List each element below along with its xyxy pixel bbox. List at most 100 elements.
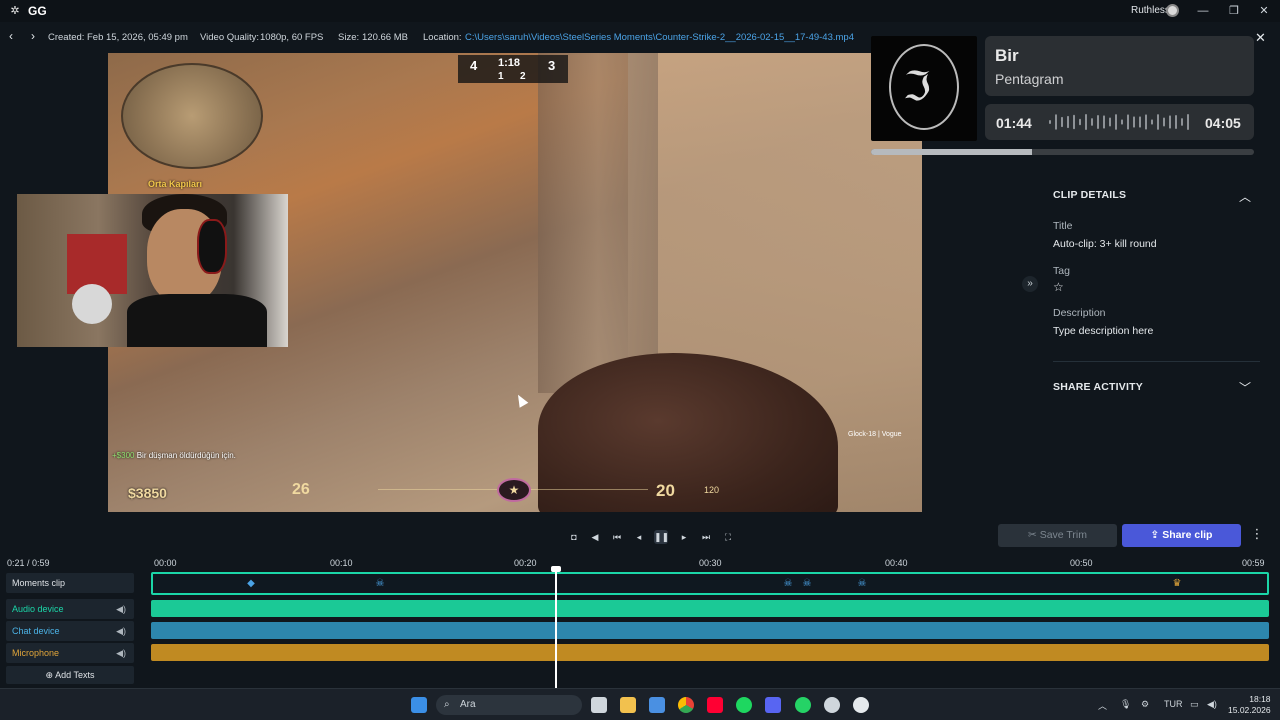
- close-window-icon[interactable]: ✕: [1256, 3, 1272, 19]
- task-view-icon[interactable]: [591, 697, 607, 713]
- steelseries-logo-icon: ✲: [10, 5, 20, 17]
- speaker-icon[interactable]: ◀): [116, 621, 126, 641]
- track-artist: Pentagram: [995, 71, 1064, 87]
- clip-title[interactable]: Auto-clip: 3+ kill round: [1053, 238, 1157, 250]
- tray-chevron-icon[interactable]: ︿: [1098, 699, 1107, 712]
- add-texts-button[interactable]: ⊕ Add Texts: [6, 666, 134, 684]
- share-clip-button[interactable]: ⇪ Share clip: [1122, 524, 1241, 547]
- skull-marker-icon[interactable]: ☠: [801, 578, 813, 590]
- tag-label: Tag: [1053, 265, 1070, 277]
- user-name[interactable]: Ruthless: [1131, 5, 1170, 16]
- display-icon[interactable]: ▭: [1190, 699, 1199, 710]
- chat-track[interactable]: [151, 622, 1269, 639]
- star-icon[interactable]: ☆: [1053, 280, 1064, 294]
- minimize-icon[interactable]: —: [1195, 3, 1211, 19]
- location-link[interactable]: C:\Users\saruh\Videos\SteelSeries Moment…: [465, 32, 854, 43]
- skull-marker-icon[interactable]: ☠: [374, 578, 386, 590]
- chevron-up-icon[interactable]: ︿: [1239, 188, 1251, 205]
- store-icon[interactable]: [649, 697, 665, 713]
- spotify-icon[interactable]: [736, 697, 752, 713]
- camera-icon[interactable]: ◘: [567, 530, 581, 544]
- clip-details-header[interactable]: CLIP DETAILS: [1053, 189, 1126, 201]
- share-clip-label: Share clip: [1162, 529, 1213, 541]
- share-activity-header[interactable]: SHARE ACTIVITY: [1053, 381, 1143, 393]
- plus-icon: ⊕: [45, 670, 56, 680]
- step-forward-icon[interactable]: ▸: [677, 530, 691, 544]
- ammo: 20: [656, 481, 675, 500]
- diamond-marker-icon[interactable]: ◆: [245, 578, 257, 590]
- back-arrow-icon[interactable]: ‹: [9, 29, 13, 43]
- taskbar-search[interactable]: ⌕ Ara: [436, 695, 582, 715]
- kill-notice: +$300 Bir düşman öldürdüğün için.: [112, 451, 236, 460]
- track-title: Bir: [995, 46, 1019, 65]
- avatar[interactable]: [1166, 4, 1179, 17]
- score-sub-right: 2: [520, 71, 526, 82]
- moments-track[interactable]: ◆ ☠ ☠ ☠ ☠ ♛: [151, 572, 1269, 595]
- step-back-icon[interactable]: ◂: [632, 530, 646, 544]
- microphone-track[interactable]: [151, 644, 1269, 661]
- speaker-icon[interactable]: ◀): [116, 643, 126, 663]
- description-field[interactable]: Type description here: [1053, 325, 1153, 337]
- weapon-label: Glock-18 | Vogue: [848, 431, 902, 438]
- youtube-icon[interactable]: [707, 697, 723, 713]
- now-playing-card: Bir Pentagram: [985, 36, 1254, 96]
- minimap: [121, 63, 263, 169]
- steelseries-taskbar-icon[interactable]: [824, 697, 840, 713]
- timeline-tick: 00:59: [1242, 558, 1265, 568]
- taskbar: ⌕ Ara ︿ 🎙 ⚙ TUR ▭ ◀) 18:18 15.02.2026: [0, 688, 1280, 720]
- skip-start-icon[interactable]: ⏮: [610, 530, 624, 544]
- playhead[interactable]: [555, 568, 557, 688]
- chrome-icon[interactable]: [678, 697, 694, 713]
- timecode: 0:21 / 0:59: [7, 558, 50, 568]
- scissors-icon: ✂: [1028, 529, 1040, 541]
- scoreboard: 4 1:18 3 1 2: [458, 55, 568, 83]
- network-icon[interactable]: ⚙: [1141, 699, 1149, 710]
- track-label-moments: Moments clip: [6, 573, 134, 593]
- add-texts-label: Add Texts: [55, 670, 95, 680]
- pause-icon[interactable]: ❚❚: [654, 530, 669, 544]
- save-trim-button[interactable]: ✂ Save Trim: [998, 524, 1117, 547]
- microphone-tray-icon[interactable]: 🎙: [1120, 699, 1131, 710]
- title-bar: ✲ GG Ruthless — ❐ ✕: [0, 0, 1280, 22]
- quality-value: 1080p, 60 FPS: [260, 32, 324, 43]
- trophy-marker-icon[interactable]: ♛: [1171, 578, 1183, 590]
- size-label: Size:: [338, 32, 360, 43]
- file-explorer-icon[interactable]: [620, 697, 636, 713]
- skip-end-icon[interactable]: ⏭: [699, 530, 713, 544]
- save-trim-label: Save Trim: [1039, 529, 1087, 541]
- track-duration: 04:05: [1205, 115, 1241, 131]
- timeline-tick: 00:30: [699, 558, 722, 568]
- volume-tray-icon[interactable]: ◀): [1207, 699, 1217, 710]
- size-value: 120.66 MB: [362, 32, 408, 43]
- skull-marker-icon[interactable]: ☠: [856, 578, 868, 590]
- forward-arrow-icon[interactable]: ›: [31, 29, 35, 43]
- app-name: GG: [28, 4, 47, 18]
- whatsapp-icon[interactable]: [795, 697, 811, 713]
- audio-track[interactable]: [151, 600, 1269, 617]
- collapse-panel-icon[interactable]: »: [1022, 276, 1038, 292]
- title-label: Title: [1053, 220, 1073, 232]
- round-time: 1:18: [498, 57, 521, 69]
- timeline-tick: 00:20: [514, 558, 537, 568]
- skull-marker-icon[interactable]: ☠: [782, 578, 794, 590]
- score-left: 4: [470, 58, 478, 73]
- track-current-time: 01:44: [996, 115, 1032, 131]
- webcam-overlay: [17, 194, 288, 347]
- fullscreen-icon[interactable]: ⛶: [721, 530, 735, 544]
- chevron-down-icon[interactable]: ﹀: [1239, 379, 1251, 396]
- score-right: 3: [548, 58, 556, 73]
- speaker-icon[interactable]: ◀): [116, 599, 126, 619]
- close-icon[interactable]: ✕: [1255, 30, 1266, 46]
- track-label-chat: Chat device ◀): [6, 621, 134, 641]
- discord-icon[interactable]: [765, 697, 781, 713]
- language-indicator[interactable]: TUR: [1164, 699, 1183, 709]
- gg-app-icon[interactable]: [853, 697, 869, 713]
- track-label-audio: Audio device ◀): [6, 599, 134, 619]
- clock-time: 18:18: [1249, 694, 1271, 704]
- volume-icon[interactable]: ◀: [588, 530, 602, 544]
- maximize-icon[interactable]: ❐: [1226, 3, 1242, 19]
- windows-start-icon[interactable]: [411, 697, 427, 713]
- taskbar-clock[interactable]: 18:18 15.02.2026: [1228, 694, 1271, 716]
- more-options-icon[interactable]: ⋮: [1250, 526, 1264, 546]
- track-progress-bar: [871, 149, 1254, 155]
